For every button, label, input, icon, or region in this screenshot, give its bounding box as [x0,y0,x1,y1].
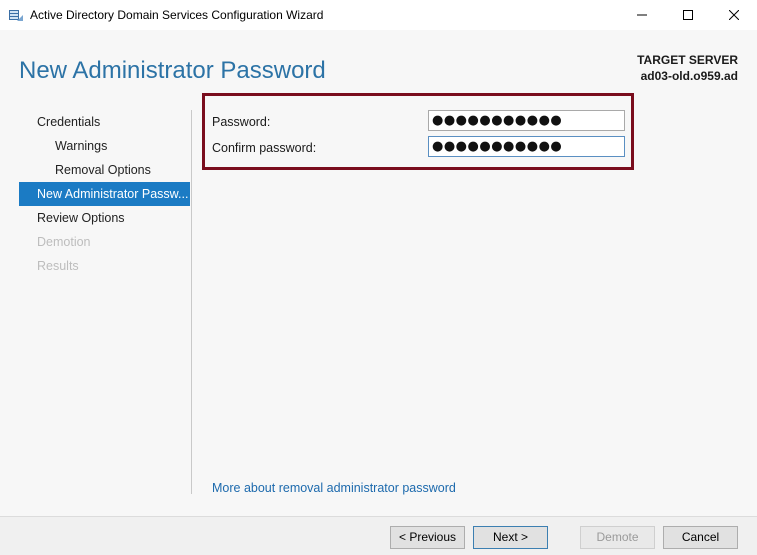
demote-button: Demote [580,526,655,549]
minimize-button[interactable] [619,0,665,30]
wizard-footer: < Previous Next > Demote Cancel [0,516,757,555]
nav-item-removal-options[interactable]: Removal Options [19,158,190,182]
close-icon [729,10,739,20]
window-title: Active Directory Domain Services Configu… [30,8,324,22]
nav-divider [191,110,192,494]
password-input[interactable]: ●●●●●●●●●●● [428,110,625,131]
maximize-button[interactable] [665,0,711,30]
next-button[interactable]: Next > [473,526,548,549]
nav-item-results: Results [37,259,79,273]
close-button[interactable] [711,0,757,30]
confirm-password-label: Confirm password: [212,141,317,155]
more-about-password-link[interactable]: More about removal administrator passwor… [212,481,456,495]
server-wizard-icon [8,7,24,23]
nav-item-warnings[interactable]: Warnings [19,134,190,158]
wizard-content: New Administrator Password TARGET SERVER… [0,30,757,516]
confirm-password-input[interactable]: ●●●●●●●●●●● [428,136,625,157]
cancel-button[interactable]: Cancel [663,526,738,549]
title-bar: Active Directory Domain Services Configu… [0,0,757,30]
target-server-value: ad03-old.o959.ad [640,69,738,83]
previous-button[interactable]: < Previous [390,526,465,549]
maximize-icon [683,10,693,20]
page-title: New Administrator Password [19,57,326,84]
password-label: Password: [212,115,271,129]
target-server-label: TARGET SERVER [637,53,738,67]
minimize-icon [637,14,647,16]
highlight-box [202,93,634,170]
nav-item-new-administrator-password[interactable]: New Administrator Passw... [19,182,190,206]
nav-item-demotion: Demotion [37,235,91,249]
nav-item-review-options[interactable]: Review Options [19,206,190,230]
nav-item-credentials[interactable]: Credentials [19,110,190,134]
